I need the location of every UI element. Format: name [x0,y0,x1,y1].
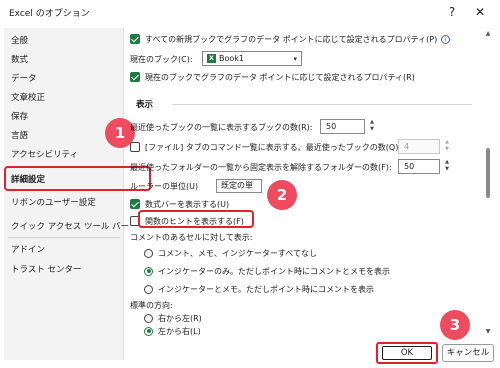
unpinned-folders-row: 最近使ったフォルダーの一覧から固定表示を解除するフォルダーの数(F): [130,160,392,174]
cancel-button[interactable]: キャンセル [442,344,494,362]
recent-books-input[interactable]: 50 [320,119,365,134]
title-bar: Excel のオプション ? ✕ [0,0,500,24]
chevron-down-icon: ▾ [293,55,297,63]
scroll-down-icon[interactable]: ▼ [483,328,493,335]
recent-books-label: 最近使ったブックの一覧に表示するブックの数(R): [130,122,313,132]
options-content: すべての新規ブックでグラフのデータ ポイントに応じて設定されるプロパティ(P) … [130,28,480,338]
ruler-units-label: ルーラーの単位(U) [130,181,199,191]
excel-workbook-icon: X [207,54,216,63]
comments-none-label: コメント、メモ、インジケーターすべてなし [158,248,317,258]
ok-button-label: OK [382,346,432,360]
current-book-label: 現在のブック(C): [130,54,193,64]
current-book-value: Book1 [219,54,244,63]
callout-badge-2: 2 [267,180,297,210]
quick-access-books-label: [ファイル] タブのコマンド一覧に表示する、最近使ったブックの数(Q): [145,142,402,152]
sidebar-item-customize-ribbon[interactable]: リボンのユーザー設定 [11,196,96,208]
sidebar-item-accessibility[interactable]: アクセシビリティ [11,148,78,160]
scroll-up-icon[interactable]: ▲ [483,30,493,37]
radio-unselected-icon[interactable] [144,284,153,294]
content-scrollbar[interactable]: ▲ ▼ [483,28,493,338]
sidebar-item-quick-access-toolbar[interactable]: クイック アクセス ツール バー [11,220,129,232]
option-current-book-label: 現在のブックでグラフのデータ ポイントに応じて設定されるプロパティ(R) [145,72,415,82]
sidebar-item-save[interactable]: 保存 [11,110,28,122]
display-section-heading: 表示 [136,100,154,110]
radio-comments-indicators[interactable]: インジケーターのみ。ただしポイント時にコメントとメモを表示 [144,264,390,278]
direction-rtl-label: 右から左(R) [158,313,202,323]
option-current-book[interactable]: 現在のブックでグラフのデータ ポイントに応じて設定されるプロパティ(R) [130,70,415,84]
option-all-new-books-label: すべての新規ブックでグラフのデータ ポイントに応じて設定されるプロパティ(P) [145,34,438,44]
direction-heading: 標準の方向: [130,300,173,310]
checkbox-checked-icon[interactable] [130,34,140,44]
recent-books-row: 最近使ったブックの一覧に表示するブックの数(R): [130,120,313,134]
recent-books-spinner[interactable]: ▲ ▼ [367,119,377,134]
ruler-units-select[interactable]: 既定の単 [216,179,262,193]
checkbox-unchecked-icon[interactable] [130,142,140,152]
unpinned-folders-spinner[interactable]: ▲ ▼ [442,159,452,174]
radio-selected-icon[interactable] [144,326,153,336]
scroll-thumb[interactable] [486,148,490,198]
info-icon[interactable]: i [441,34,451,44]
sidebar-item-addins[interactable]: アドイン [11,243,45,255]
comments-all-label: インジケーターとメモ。ただしポイント時にコメントを表示 [158,284,374,294]
radio-direction-ltr[interactable]: 左から右(L) [144,324,201,338]
sidebar-item-formulas[interactable]: 数式 [11,53,28,65]
direction-ltr-label: 左から右(L) [158,326,201,336]
option-all-new-books[interactable]: すべての新規ブックでグラフのデータ ポイントに応じて設定されるプロパティ(P) … [130,32,451,46]
current-book-row: 現在のブック(C): [130,52,193,66]
checkbox-checked-icon[interactable] [130,199,140,209]
function-tooltips-highlight-box [138,210,254,228]
quick-access-books-spinner[interactable]: ▲ ▼ [442,139,452,154]
option-show-formula-bar[interactable]: 数式バーを表示する(U) [130,197,229,211]
window-title: Excel のオプション [9,9,90,19]
sidebar: 全般 数式 データ 文章校正 保存 言語 アクセシビリティ 詳細設定 リボンのユ… [4,28,129,360]
sidebar-item-proofing[interactable]: 文章校正 [11,91,45,103]
radio-comments-none[interactable]: コメント、メモ、インジケーターすべてなし [144,246,317,260]
unpinned-folders-input[interactable]: 50 [398,159,440,174]
ok-button[interactable]: OK [376,342,438,364]
sidebar-item-general[interactable]: 全般 [11,34,28,46]
comments-heading: コメントのあるセルに対して表示: [130,232,253,242]
sidebar-item-language[interactable]: 言語 [11,129,28,141]
advanced-highlight-box [4,166,151,191]
quick-access-books-input[interactable]: 4 [398,139,440,154]
radio-unselected-icon[interactable] [144,313,153,323]
callout-badge-3: 3 [440,310,470,340]
quick-access-books-row[interactable]: [ファイル] タブのコマンド一覧に表示する、最近使ったブックの数(Q): [130,140,401,154]
radio-selected-icon[interactable] [144,266,153,276]
sidebar-item-trust-center[interactable]: トラスト センター [11,263,82,275]
comments-heading-row: コメントのあるセルに対して表示: [130,230,252,244]
show-formula-bar-label: 数式バーを表示する(U) [145,199,230,209]
direction-heading-row: 標準の方向: [130,298,173,312]
close-button[interactable]: ✕ [468,3,492,21]
comments-indicators-label: インジケーターのみ。ただしポイント時にコメントとメモを表示 [158,266,390,276]
radio-comments-all[interactable]: インジケーターとメモ。ただしポイント時にコメントを表示 [144,282,374,296]
checkbox-checked-icon[interactable] [130,72,140,82]
radio-unselected-icon[interactable] [144,248,153,258]
sidebar-divider [8,237,120,238]
radio-direction-rtl[interactable]: 右から左(R) [144,311,202,325]
current-book-select[interactable]: X Book1 ▾ [202,51,302,66]
unpinned-folders-label: 最近使ったフォルダーの一覧から固定表示を解除するフォルダーの数(F): [130,162,392,172]
sidebar-item-data[interactable]: データ [11,72,37,84]
ruler-units-row: ルーラーの単位(U) [130,179,198,193]
help-button[interactable]: ? [440,3,464,21]
section-divider [172,104,472,105]
